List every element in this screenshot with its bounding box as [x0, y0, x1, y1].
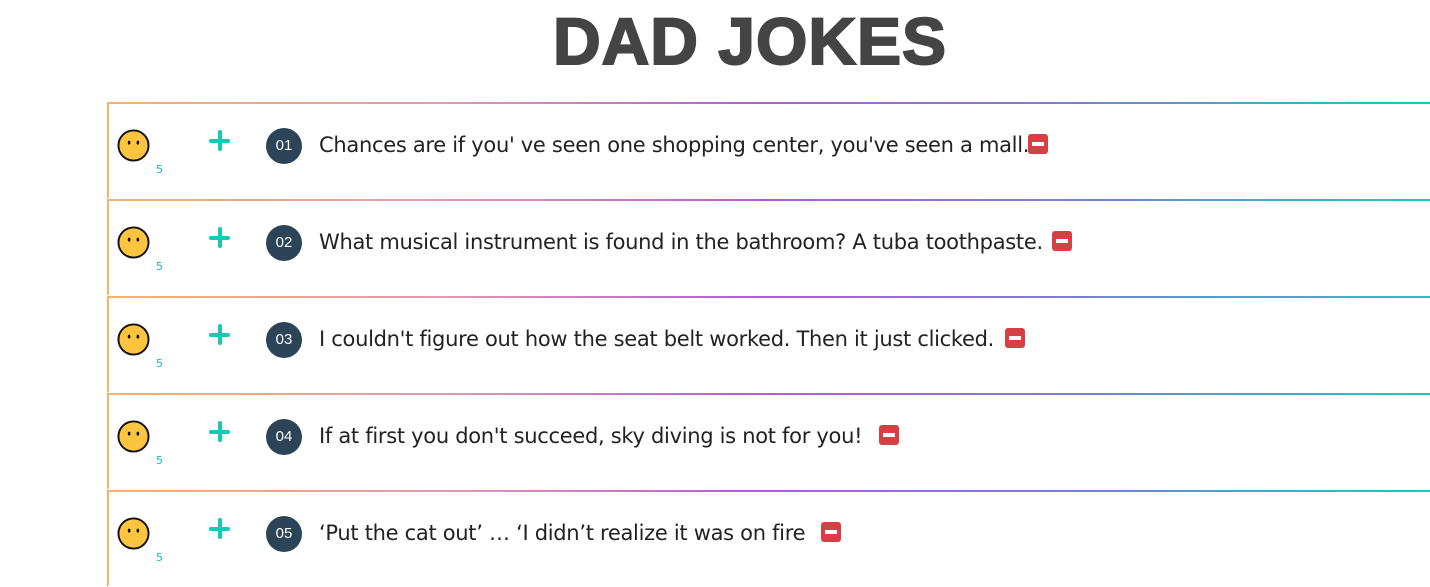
joke-row: 5 04 If at first you don't succeed, sky … [107, 393, 1430, 490]
neutral-face-icon [117, 420, 150, 453]
neutral-face-icon [117, 226, 150, 259]
joke-row: 5 01 Chances are if you' ve seen one sho… [107, 102, 1430, 199]
joke-number-badge: 02 [266, 225, 302, 261]
joke-number-badge: 05 [266, 516, 302, 552]
joke-score: 5 [156, 551, 163, 564]
upvote-plus-icon[interactable] [207, 225, 233, 251]
upvote-plus-icon[interactable] [207, 419, 233, 445]
joke-row: 5 05 ‘Put the cat out’ … ‘I didn’t reali… [107, 490, 1430, 587]
joke-score: 5 [156, 454, 163, 467]
joke-text: What musical instrument is found in the … [319, 230, 1043, 254]
neutral-face-icon [117, 517, 150, 550]
joke-number-badge: 04 [266, 419, 302, 455]
upvote-plus-icon[interactable] [207, 128, 233, 154]
joke-number-badge: 01 [266, 128, 302, 164]
downvote-minus-icon[interactable] [879, 425, 899, 445]
downvote-minus-icon[interactable] [821, 522, 841, 542]
joke-list: 5 01 Chances are if you' ve seen one sho… [107, 102, 1430, 587]
neutral-face-icon [117, 323, 150, 356]
joke-text: ‘Put the cat out’ … ‘I didn’t realize it… [319, 521, 806, 545]
joke-text: I couldn't figure out how the seat belt … [319, 327, 995, 351]
downvote-minus-icon[interactable] [1052, 231, 1072, 251]
joke-row: 5 02 What musical instrument is found in… [107, 199, 1430, 296]
downvote-minus-icon[interactable] [1005, 328, 1025, 348]
joke-row: 5 03 I couldn't figure out how the seat … [107, 296, 1430, 393]
joke-text: If at first you don't succeed, sky divin… [319, 424, 863, 448]
upvote-plus-icon[interactable] [207, 322, 233, 348]
joke-score: 5 [156, 260, 163, 273]
joke-score: 5 [156, 163, 163, 176]
downvote-minus-icon[interactable] [1028, 134, 1048, 154]
joke-number-badge: 03 [266, 322, 302, 358]
neutral-face-icon [117, 129, 150, 162]
joke-text: Chances are if you' ve seen one shopping… [319, 133, 1030, 157]
page-title: DAD JOKES [552, 4, 948, 78]
upvote-plus-icon[interactable] [207, 516, 233, 542]
joke-score: 5 [156, 357, 163, 370]
